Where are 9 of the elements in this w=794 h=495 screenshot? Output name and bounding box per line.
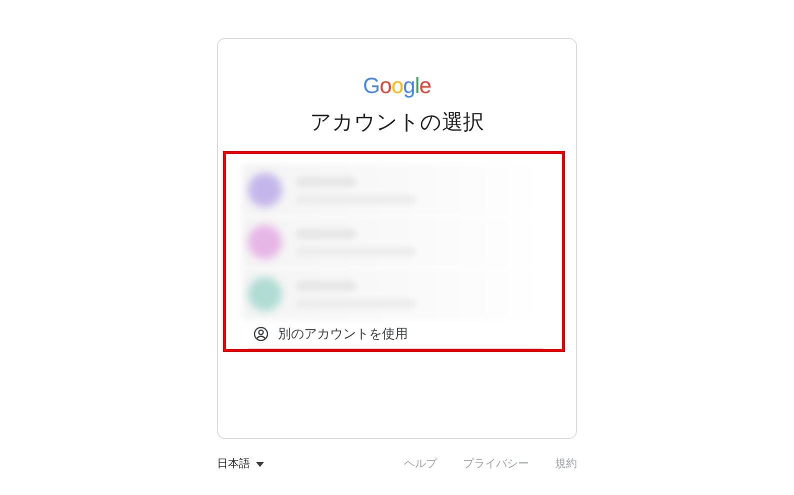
use-other-account[interactable]: 別のアカウントを使用: [248, 320, 543, 349]
footer-link[interactable]: 規約: [555, 457, 577, 471]
page-title: アカウントの選択: [310, 110, 484, 136]
logo: Google: [362, 75, 431, 97]
language-selector[interactable]: 日本語: [217, 457, 264, 471]
person-circle-icon: [253, 326, 269, 342]
footer-link[interactable]: ヘルプ: [404, 457, 437, 471]
footer-link[interactable]: プライバシー: [463, 457, 529, 471]
caret-icon: [256, 462, 264, 466]
